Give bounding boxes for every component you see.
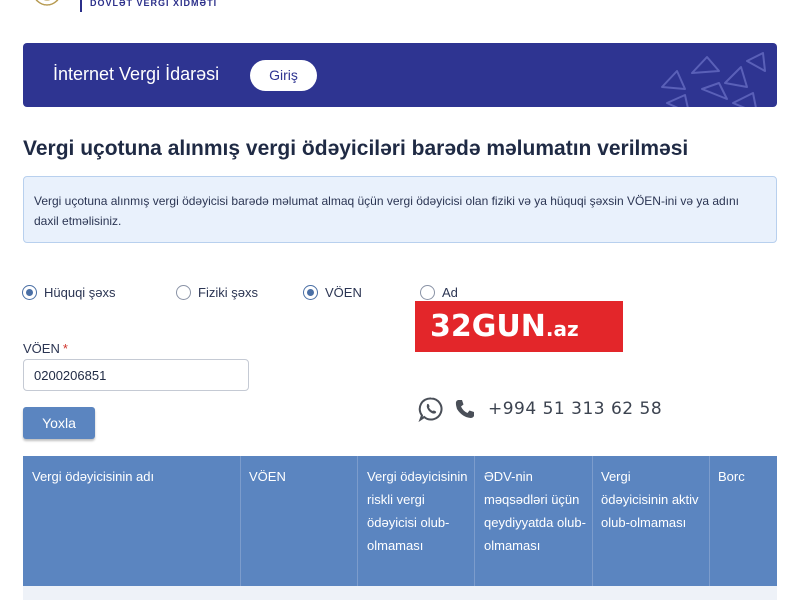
agency-emblem-icon xyxy=(35,0,59,6)
radio-search-voen-control[interactable] xyxy=(303,284,318,300)
required-mark: * xyxy=(62,341,68,356)
phone-icon xyxy=(455,400,474,418)
top-header: DÖVLƏT VERGİ XİDMƏTİ xyxy=(0,0,800,18)
watermark-text: 32GUN.az xyxy=(430,309,579,344)
radio-individual[interactable]: Fiziki şəxs xyxy=(176,283,258,301)
col-header-voen: VÖEN xyxy=(249,469,286,484)
info-message: Vergi uçotuna alınmış vergi ödəyicisi ba… xyxy=(23,176,777,243)
column-divider xyxy=(240,456,241,586)
phone-number: +994 51 313 62 58 xyxy=(488,399,663,419)
banner-pattern-icon xyxy=(661,52,766,107)
login-button[interactable]: Giriş xyxy=(250,60,317,91)
contact-info: +994 51 313 62 58 xyxy=(418,396,662,422)
whatsapp-icon xyxy=(418,397,443,422)
table-row xyxy=(23,586,777,600)
column-divider xyxy=(592,456,593,586)
page-title: Vergi uçotuna alınmış vergi ödəyiciləri … xyxy=(23,137,689,160)
watermark-suffix: .az xyxy=(545,317,579,341)
radio-search-voen[interactable]: VÖEN xyxy=(303,283,362,301)
watermark-banner: 32GUN.az xyxy=(415,301,623,352)
voen-input[interactable] xyxy=(23,359,249,391)
radio-search-voen-label: VÖEN xyxy=(325,284,362,300)
column-divider xyxy=(357,456,358,586)
results-table: Vergi ödəyicisinin adı VÖEN Vergi ödəyic… xyxy=(23,456,777,600)
watermark-main: 32GUN xyxy=(430,309,546,344)
col-header-risky: Vergi ödəyicisinin riskli vergi ödəyicis… xyxy=(367,469,468,553)
radio-legal-entity-label: Hüquqi şəxs xyxy=(44,284,116,300)
radio-search-name-label: Ad xyxy=(442,284,458,300)
radio-search-name[interactable]: Ad xyxy=(420,283,458,301)
banner-title: İnternet Vergi İdarəsi xyxy=(53,64,220,84)
radio-individual-control[interactable] xyxy=(176,284,191,300)
logo-divider xyxy=(80,0,82,12)
col-header-name: Vergi ödəyicisinin adı xyxy=(32,469,155,484)
table-header: Vergi ödəyicisinin adı VÖEN Vergi ödəyic… xyxy=(23,456,777,586)
radio-legal-entity[interactable]: Hüquqi şəxs xyxy=(22,283,116,301)
radio-search-name-control[interactable] xyxy=(420,284,435,300)
col-header-vat: ƏDV-nin məqsədləri üçün qeydiyyatda olub… xyxy=(484,469,586,553)
column-divider xyxy=(709,456,710,586)
agency-name: DÖVLƏT VERGİ XİDMƏTİ xyxy=(90,0,218,8)
check-button[interactable]: Yoxla xyxy=(23,407,95,439)
column-divider xyxy=(474,456,475,586)
site-banner: İnternet Vergi İdarəsi Giriş xyxy=(23,43,777,107)
col-header-debt: Borc xyxy=(718,469,745,484)
radio-legal-entity-control[interactable] xyxy=(22,284,37,300)
radio-individual-label: Fiziki şəxs xyxy=(198,284,258,300)
col-header-active: Vergi ödəyicisinin aktiv olub-olmaması xyxy=(601,469,699,530)
voen-field-label: VÖEN * xyxy=(23,341,68,356)
voen-label-text: VÖEN xyxy=(23,341,60,356)
